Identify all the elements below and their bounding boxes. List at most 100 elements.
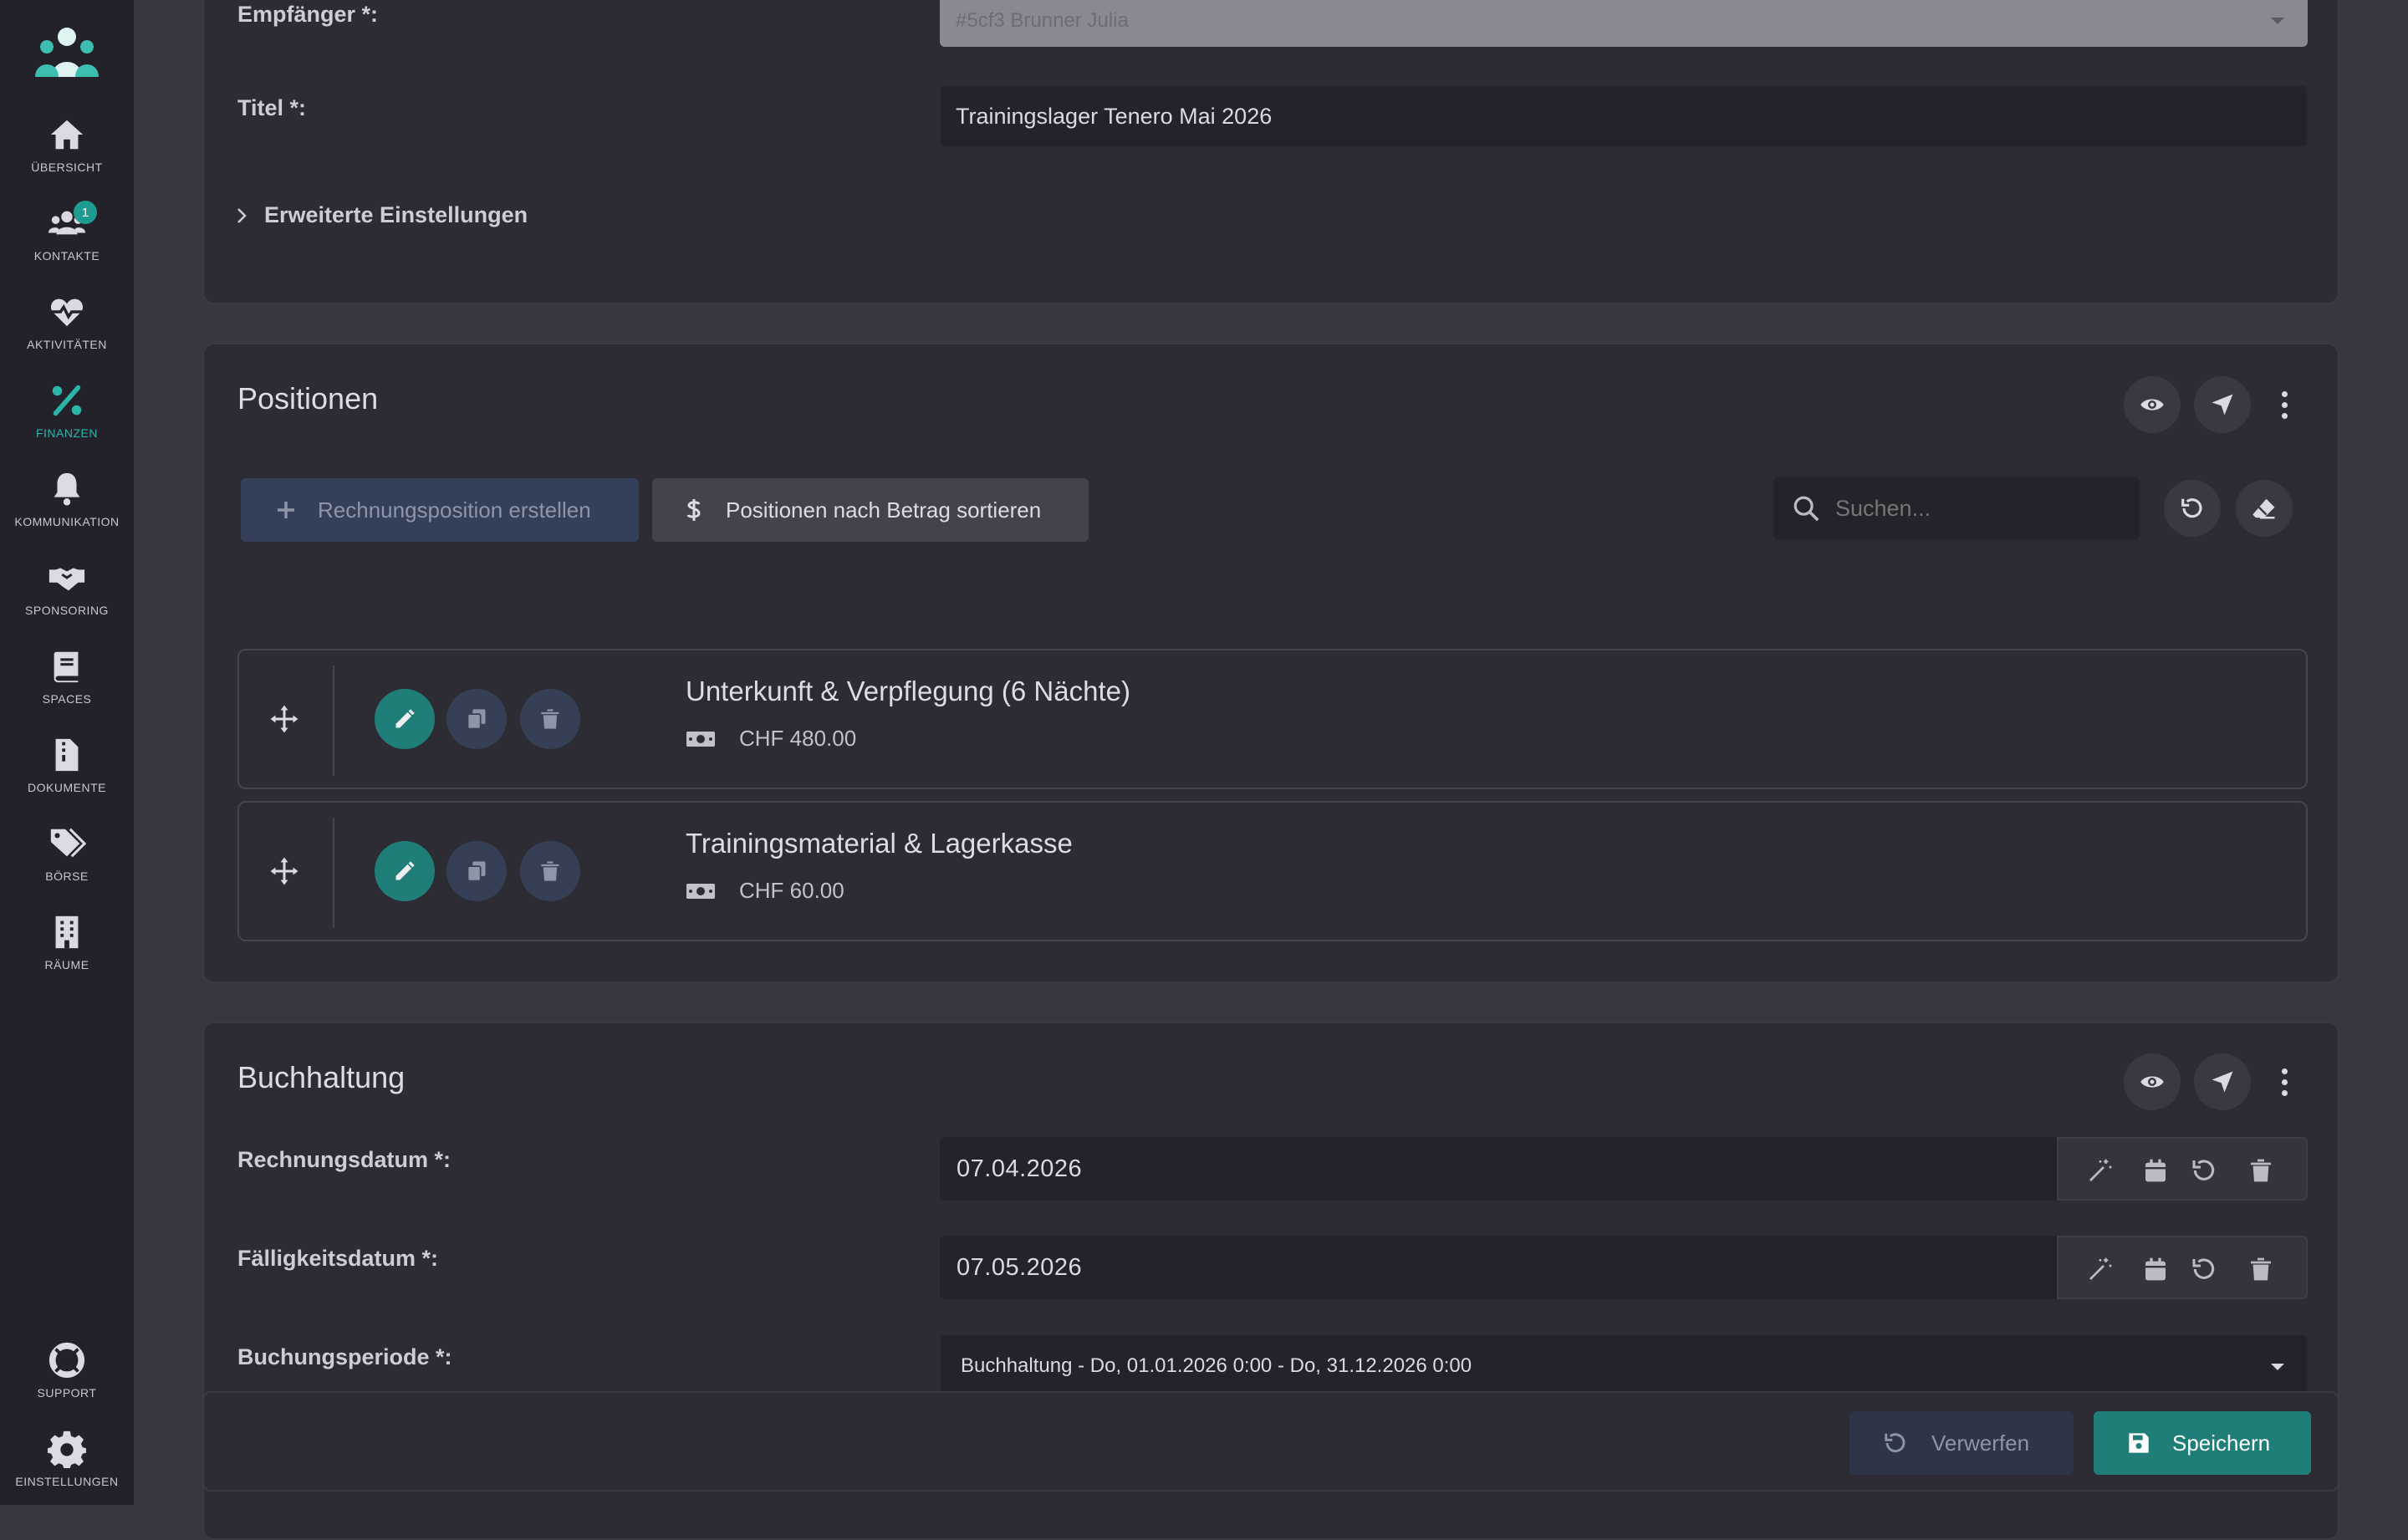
sidebar-item-label: KONTAKTE — [33, 249, 100, 263]
position-amount: CHF 480.00 — [686, 726, 856, 752]
list-item: Unterkunft & Verpflegung (6 Nächte) CHF … — [237, 649, 2308, 789]
pencil-icon — [395, 709, 415, 728]
edit-button[interactable] — [375, 841, 435, 901]
search-field[interactable] — [1773, 477, 2140, 540]
sidebar-item-raeume[interactable]: RÄUME — [0, 913, 134, 997]
sidebar-item-support[interactable]: SUPPORT — [0, 1341, 134, 1425]
invoice-date-picker: 07.04.2026 — [940, 1137, 2308, 1201]
position-amount-value: CHF 60.00 — [739, 878, 844, 903]
due-date-value: 07.05.2026 — [957, 1253, 1083, 1281]
sidebar-item-kommunikation[interactable]: KOMMUNIKATION — [0, 470, 134, 553]
sidebar-item-aktivitaeten[interactable]: AKTIVITÄTEN — [0, 293, 134, 376]
sidebar-item-label: BÖRSE — [45, 869, 89, 883]
due-date-input[interactable]: 07.05.2026 — [940, 1236, 2057, 1299]
recipient-select[interactable]: #5cf3 Brunner Julia — [940, 0, 2308, 47]
recipient-label: Empfänger *: — [237, 2, 379, 27]
search-input[interactable] — [1835, 495, 2120, 522]
sort-by-amount-label: Positionen nach Betrag sortieren — [726, 497, 1042, 523]
sidebar-item-uebersicht[interactable]: ÜBERSICHT — [0, 115, 134, 199]
bell-icon — [54, 472, 80, 506]
trash-icon[interactable] — [2247, 1256, 2274, 1282]
handshake-icon — [48, 568, 85, 591]
home-icon — [50, 120, 84, 150]
due-date-label: Fälligkeitsdatum *: — [237, 1246, 439, 1271]
building-icon — [55, 915, 79, 949]
general-card: Empfänger *: #5cf3 Brunner Julia Titel *… — [202, 0, 2339, 304]
rotate-left-icon[interactable] — [2191, 1256, 2217, 1282]
floppy-disk-icon — [2129, 1433, 2149, 1453]
drag-handle-icon[interactable] — [269, 856, 299, 886]
sidebar-item-finanzen[interactable]: FINANZEN — [0, 381, 134, 465]
navigate-button[interactable] — [2194, 376, 2251, 433]
sidebar-item-einstellungen[interactable]: EINSTELLUNGEN — [0, 1430, 134, 1505]
calendar-icon[interactable] — [2142, 1256, 2169, 1282]
reset-button[interactable] — [2164, 480, 2221, 537]
magic-wand-icon[interactable] — [2087, 1157, 2114, 1184]
delete-button[interactable] — [520, 841, 580, 901]
divider — [333, 818, 334, 928]
sidebar-item-label: ÜBERSICHT — [31, 161, 103, 174]
position-amount: CHF 60.00 — [686, 878, 844, 904]
eye-icon — [2140, 399, 2164, 410]
copy-button[interactable] — [446, 689, 507, 749]
chevron-right-icon — [237, 207, 247, 223]
booking-period-value: Buchhaltung - Do, 01.01.2026 0:00 - Do, … — [961, 1354, 1472, 1377]
booking-period-select[interactable]: Buchhaltung - Do, 01.01.2026 0:00 - Do, … — [940, 1334, 2308, 1398]
copy-button[interactable] — [446, 841, 507, 901]
rotate-left-icon — [1885, 1433, 1905, 1453]
sidebar-item-boerse[interactable]: BÖRSE — [0, 824, 134, 908]
sidebar-item-label: EINSTELLUNGEN — [15, 1475, 119, 1488]
chevron-down-icon — [2271, 1364, 2284, 1370]
visibility-button[interactable] — [2124, 1053, 2181, 1110]
delete-button[interactable] — [520, 689, 580, 749]
sidebar-item-label: KOMMUNIKATION — [14, 515, 120, 528]
heart-pulse-icon — [50, 298, 84, 327]
navigate-button[interactable] — [2194, 1053, 2251, 1110]
date-tools — [2057, 1137, 2308, 1201]
calendar-icon[interactable] — [2142, 1157, 2169, 1184]
trash-icon[interactable] — [2247, 1157, 2274, 1184]
drag-handle-icon[interactable] — [269, 704, 299, 734]
pencil-icon — [395, 861, 415, 880]
title-input[interactable]: Trainingslager Tenero Mai 2026 — [940, 85, 2308, 147]
position-title: Trainingsmaterial & Lagerkasse — [686, 828, 1073, 859]
title-label: Titel *: — [237, 95, 307, 120]
sidebar-item-spaces[interactable]: SPACES — [0, 647, 134, 731]
trash-icon — [541, 709, 559, 729]
gear-icon — [48, 1430, 86, 1468]
edit-button[interactable] — [375, 689, 435, 749]
discard-button[interactable]: Verwerfen — [1849, 1411, 2074, 1475]
file-zipper-icon — [55, 738, 79, 772]
app-logo-icon[interactable] — [32, 25, 102, 84]
sidebar-item-dokumente[interactable]: DOKUMENTE — [0, 736, 134, 819]
eye-icon — [2140, 1076, 2164, 1088]
sidebar-item-sponsoring[interactable]: SPONSORING — [0, 558, 134, 642]
create-position-button[interactable]: Rechnungsposition erstellen — [241, 478, 639, 542]
position-amount-value: CHF 480.00 — [739, 726, 857, 751]
invoice-date-value: 07.04.2026 — [957, 1155, 1083, 1182]
sidebar-item-label: FINANZEN — [36, 426, 98, 440]
notification-badge: 1 — [74, 201, 97, 224]
dollar-icon — [686, 499, 701, 521]
sidebar-item-label: SPONSORING — [25, 604, 109, 617]
percent-icon — [52, 385, 82, 416]
recipient-value: #5cf3 Brunner Julia — [956, 9, 1129, 32]
sidebar: ÜBERSICHT 1 KONTAKTE AKTIVITÄTEN FINANZE… — [0, 0, 134, 1505]
visibility-button[interactable] — [2124, 376, 2181, 433]
invoice-date-label: Rechnungsdatum *: — [237, 1147, 452, 1172]
rotate-left-icon[interactable] — [2191, 1157, 2217, 1184]
more-options-icon[interactable] — [2276, 1057, 2293, 1107]
clear-filter-button[interactable] — [2236, 480, 2293, 537]
magic-wand-icon[interactable] — [2087, 1256, 2114, 1282]
due-date-picker: 07.05.2026 — [940, 1236, 2308, 1299]
more-options-icon[interactable] — [2276, 380, 2293, 430]
eraser-icon — [2252, 498, 2275, 519]
plus-icon — [278, 502, 294, 518]
advanced-settings-toggle[interactable]: Erweiterte Einstellungen — [236, 202, 528, 228]
list-item: Trainingsmaterial & Lagerkasse CHF 60.00 — [237, 801, 2308, 941]
trash-icon — [541, 861, 559, 881]
sort-by-amount-button[interactable]: Positionen nach Betrag sortieren — [652, 478, 1089, 542]
save-button[interactable]: Speichern — [2094, 1411, 2311, 1475]
sidebar-item-kontakte[interactable]: 1 KONTAKTE — [0, 201, 134, 288]
invoice-date-input[interactable]: 07.04.2026 — [940, 1137, 2057, 1201]
